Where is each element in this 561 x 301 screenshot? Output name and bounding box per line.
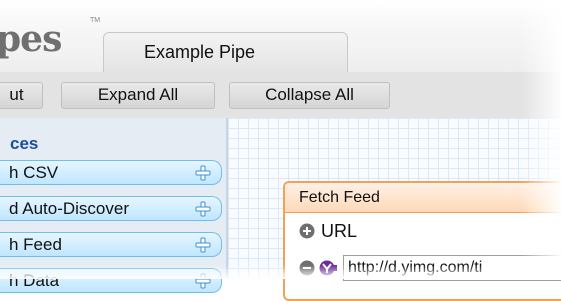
url-field-label: URL <box>321 221 358 241</box>
yahoo-y-icon <box>319 260 337 276</box>
expand-all-button[interactable]: Expand All <box>61 82 215 109</box>
module-fetch-csv[interactable]: h CSV <box>0 160 222 185</box>
fetch-feed-module[interactable]: Fetch Feed URL <box>283 181 561 301</box>
plus-icon[interactable] <box>195 273 211 289</box>
trademark-mark: TM <box>90 17 101 24</box>
module-label: h Data <box>9 271 60 290</box>
url-input-row <box>299 255 561 285</box>
module-fetch-feed[interactable]: h Feed <box>0 232 222 257</box>
plus-icon[interactable] <box>195 165 211 181</box>
circle-plus-icon[interactable] <box>299 223 315 239</box>
collapse-all-button[interactable]: Collapse All <box>229 82 390 109</box>
plus-icon[interactable] <box>195 237 211 253</box>
sources-panel: ces h CSV d Auto-Discover h Feed h Data <box>0 118 228 293</box>
app-header: pes TM Example Pipe <box>0 0 561 72</box>
toolbar: ut Expand All Collapse All <box>0 72 561 119</box>
module-feed-auto-discovery[interactable]: d Auto-Discover <box>0 196 222 221</box>
fetch-feed-title[interactable]: Fetch Feed <box>285 183 561 213</box>
module-fetch-data[interactable]: h Data <box>0 268 222 293</box>
module-label: d Auto-Discover <box>9 199 129 218</box>
layout-button[interactable]: ut <box>0 82 43 109</box>
sources-heading[interactable]: ces <box>10 134 38 154</box>
app-logo: pes <box>0 18 62 60</box>
module-label: h Feed <box>9 235 62 254</box>
tab-example-pipe[interactable]: Example Pipe <box>103 32 348 72</box>
plus-icon[interactable] <box>195 201 211 217</box>
tab-label: Example Pipe <box>144 42 256 62</box>
module-label: h CSV <box>9 163 59 182</box>
circle-minus-icon[interactable] <box>299 260 315 276</box>
url-input[interactable] <box>343 255 561 281</box>
